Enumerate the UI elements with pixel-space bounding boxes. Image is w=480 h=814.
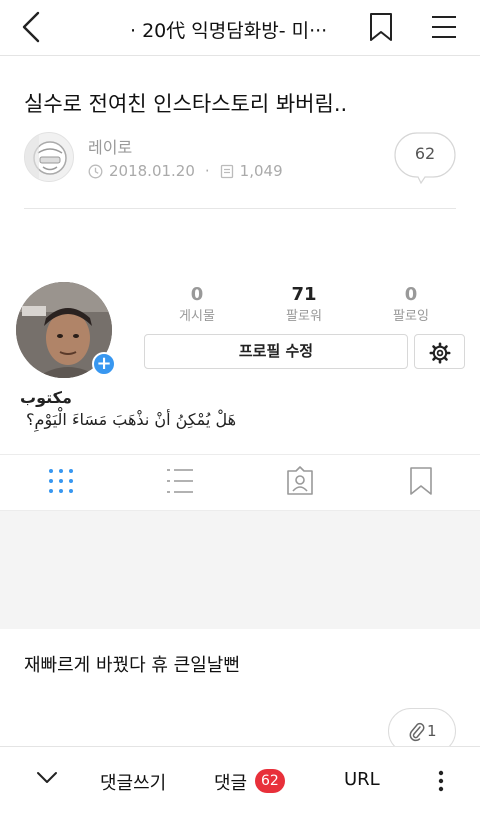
stat-following-value: 0 — [404, 284, 418, 305]
comments-count-badge: 62 — [255, 769, 285, 793]
grid-icon[interactable] — [46, 466, 76, 496]
chevron-down-icon[interactable] — [36, 771, 58, 785]
stat-followers-label: 팔로워 — [286, 309, 322, 324]
saved-icon[interactable] — [406, 466, 436, 496]
bottom-bar: 댓글쓰기 댓글 62 URL — [0, 746, 480, 814]
stat-posts-value: 0 — [190, 284, 204, 305]
stat-posts[interactable]: 0 게시물 — [152, 284, 242, 324]
meta-separator: · — [204, 162, 210, 180]
top-bar: · 20代 익명담화방- 미··· — [0, 0, 480, 56]
more-options-icon[interactable] — [436, 769, 446, 793]
post-date: 2018.01.20 — [109, 162, 195, 180]
post-title: 실수로 전여친 인스타스토리 봐버림.. — [24, 92, 348, 116]
gear-icon — [429, 342, 451, 364]
post-views: 1,049 — [239, 162, 283, 180]
bookmark-icon[interactable] — [368, 12, 394, 42]
back-chevron-icon[interactable] — [18, 10, 48, 44]
settings-button[interactable] — [414, 334, 465, 369]
list-icon[interactable] — [165, 466, 195, 496]
comment-count: 62 — [414, 144, 436, 163]
comment-count-bubble[interactable]: 62 — [394, 132, 456, 185]
profile-name: مكتوب — [20, 388, 72, 407]
stat-followers[interactable]: 71 팔로워 — [259, 284, 349, 324]
post-body-text: 재빠르게 바꿨다 휴 큰일날뻔 — [24, 655, 240, 676]
views-icon — [220, 164, 233, 178]
hamburger-menu-icon[interactable] — [430, 14, 458, 40]
post-meta: 2018.01.20 · 1,049 — [88, 162, 283, 180]
comments-button[interactable]: 댓글 — [214, 769, 247, 795]
attachment-count: 1 — [427, 722, 437, 740]
stat-posts-label: 게시물 — [179, 309, 215, 324]
header-divider — [24, 208, 456, 209]
tabs-divider-top — [0, 454, 480, 455]
write-comment-button[interactable]: 댓글쓰기 — [100, 769, 166, 795]
clock-icon — [88, 164, 103, 178]
edit-profile-button[interactable]: 프로필 수정 — [144, 334, 408, 369]
profile-bio: هَلْ يُمْكِنُ أنْ نذْهَبَ مَسَاءَ الْيَو… — [26, 410, 236, 429]
stat-following[interactable]: 0 팔로잉 — [366, 284, 456, 324]
author-name[interactable]: 레이로 — [88, 134, 132, 158]
empty-grid-area — [0, 511, 480, 629]
add-story-icon[interactable]: + — [92, 352, 116, 376]
paperclip-icon — [409, 722, 425, 742]
stat-following-label: 팔로잉 — [393, 309, 429, 324]
stat-followers-value: 71 — [291, 284, 317, 305]
board-title[interactable]: · 20代 익명담화방- 미··· — [130, 16, 350, 43]
tagged-icon[interactable] — [285, 466, 315, 496]
author-avatar[interactable] — [24, 132, 74, 182]
url-button[interactable]: URL — [344, 769, 380, 790]
